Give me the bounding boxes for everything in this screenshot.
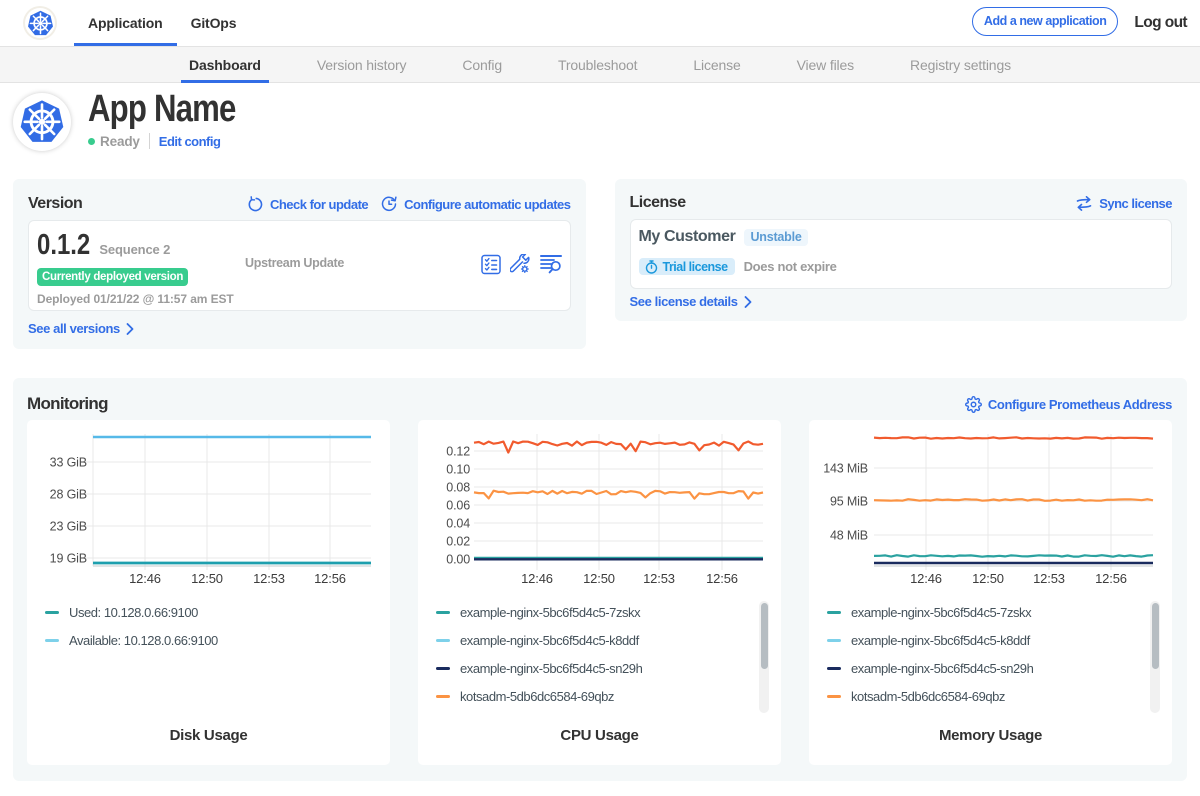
svg-text:12:56: 12:56 bbox=[314, 571, 346, 586]
svg-text:12:56: 12:56 bbox=[706, 571, 738, 586]
svg-text:12:46: 12:46 bbox=[521, 571, 553, 586]
svg-text:0.12: 0.12 bbox=[446, 445, 470, 459]
svg-text:28 GiB: 28 GiB bbox=[50, 488, 87, 502]
svg-text:143 MiB: 143 MiB bbox=[823, 462, 868, 476]
svg-text:33 GiB: 33 GiB bbox=[50, 456, 87, 470]
svg-text:12:50: 12:50 bbox=[191, 571, 223, 586]
svg-text:48 MiB: 48 MiB bbox=[830, 529, 868, 543]
svg-text:12:46: 12:46 bbox=[129, 571, 161, 586]
svg-text:0.00: 0.00 bbox=[446, 553, 470, 567]
svg-text:95 MiB: 95 MiB bbox=[830, 495, 868, 509]
svg-text:12:56: 12:56 bbox=[1095, 571, 1127, 586]
svg-text:12:53: 12:53 bbox=[1033, 571, 1065, 586]
svg-text:12:50: 12:50 bbox=[972, 571, 1004, 586]
svg-text:0.04: 0.04 bbox=[446, 517, 470, 531]
svg-text:0.08: 0.08 bbox=[446, 481, 470, 495]
svg-text:12:46: 12:46 bbox=[910, 571, 942, 586]
svg-text:12:50: 12:50 bbox=[583, 571, 615, 586]
svg-text:12:53: 12:53 bbox=[643, 571, 675, 586]
svg-text:19 GiB: 19 GiB bbox=[50, 552, 87, 566]
svg-text:12:53: 12:53 bbox=[253, 571, 285, 586]
svg-text:0.02: 0.02 bbox=[446, 535, 470, 549]
svg-text:0.10: 0.10 bbox=[446, 463, 470, 477]
svg-text:23 GiB: 23 GiB bbox=[50, 520, 87, 534]
svg-text:0.06: 0.06 bbox=[446, 499, 470, 513]
